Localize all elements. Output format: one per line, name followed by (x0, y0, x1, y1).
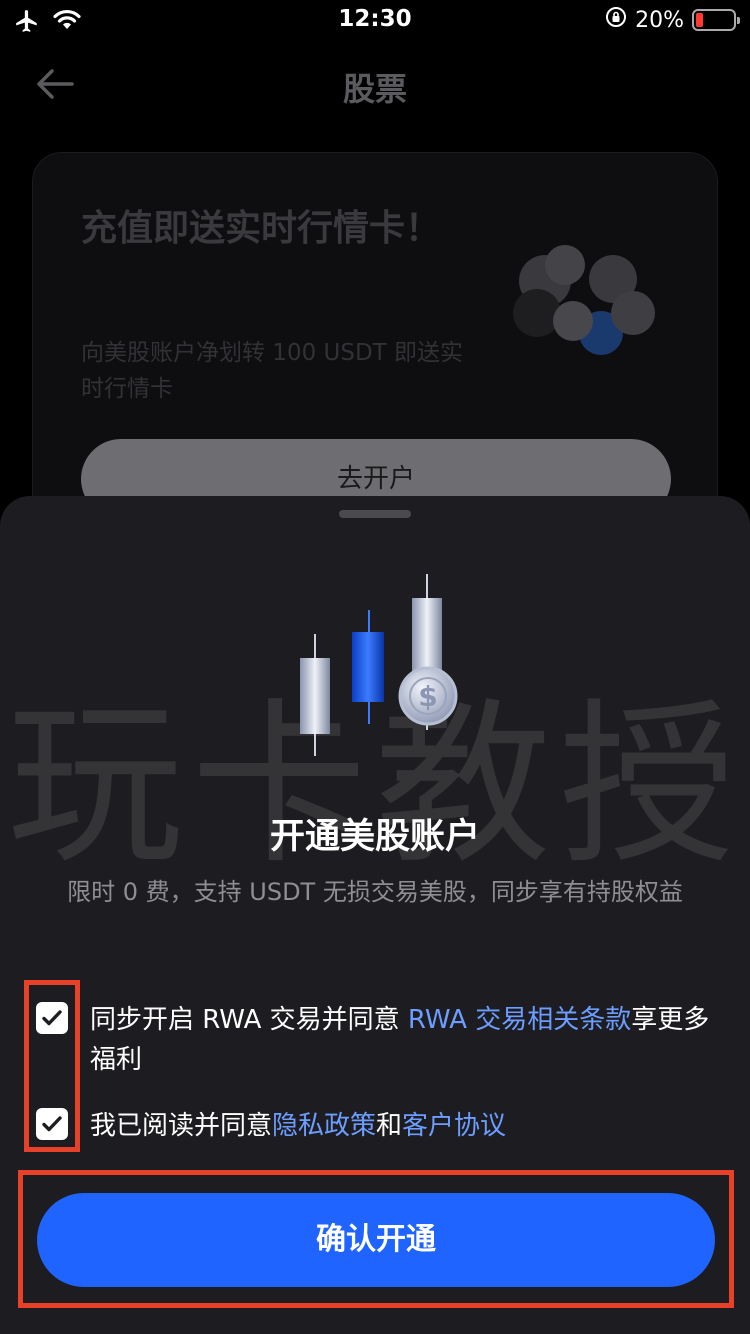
coins-icon (513, 245, 655, 355)
battery-percent: 20% (635, 7, 684, 33)
check-icon (42, 1116, 62, 1132)
rwa-agreement-text: 同步开启 RWA 交易并同意 RWA 交易相关条款享更多福利 (90, 1000, 710, 1080)
bottom-sheet: 玩卡教授 $ 开通美股账户 限时 0 费，支持 USDT 无损交易美股，同步享有… (0, 496, 750, 1334)
privacy-policy-link[interactable]: 隐私政策 (272, 1111, 376, 1141)
svg-text:$: $ (418, 680, 437, 713)
status-bar: 12:30 20% (0, 0, 750, 42)
battery-level (696, 13, 703, 27)
confirm-highlight: 确认开通 (18, 1170, 734, 1308)
confirm-button[interactable]: 确认开通 (37, 1193, 715, 1287)
nav-bar: 股票 (0, 50, 750, 120)
sheet-title: 开通美股账户 (269, 817, 480, 857)
privacy-agreement-text: 我已阅读并同意隐私政策和客户协议 (90, 1106, 710, 1146)
customer-agreement-link[interactable]: 客户协议 (402, 1111, 506, 1141)
status-right: 20% (605, 6, 740, 34)
privacy-checkbox[interactable] (36, 1108, 68, 1140)
rwa-checkbox[interactable] (36, 1002, 68, 1034)
candlestick-coin-icon: $ (300, 574, 458, 756)
rwa-terms-link[interactable]: RWA 交易相关条款 (408, 1005, 631, 1035)
orientation-lock-icon (605, 6, 627, 34)
privacy-text-middle: 和 (376, 1111, 403, 1141)
battery-icon (692, 9, 740, 31)
page-title: 股票 (342, 70, 407, 108)
privacy-text-before: 我已阅读并同意 (90, 1111, 273, 1141)
promo-title: 充值即送实时行情卡！ (81, 208, 442, 249)
sheet-handle[interactable] (339, 510, 411, 518)
rwa-text-before: 同步开启 RWA 交易并同意 (90, 1005, 408, 1035)
promo-description: 向美股账户净划转 100 USDT 即送实时行情卡 (81, 340, 464, 402)
sheet-subtitle: 限时 0 费，支持 USDT 无损交易美股，同步享有持股权益 (67, 878, 683, 906)
check-icon (42, 1010, 62, 1026)
